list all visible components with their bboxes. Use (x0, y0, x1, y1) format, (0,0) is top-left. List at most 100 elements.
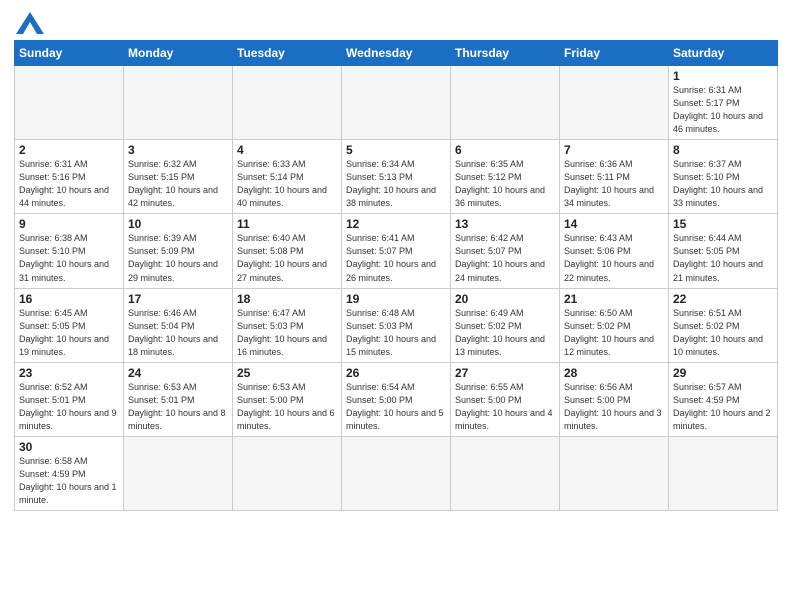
day-number: 12 (346, 217, 446, 231)
calendar-cell (15, 66, 124, 140)
calendar-cell: 12Sunrise: 6:41 AM Sunset: 5:07 PM Dayli… (342, 214, 451, 288)
calendar-cell: 4Sunrise: 6:33 AM Sunset: 5:14 PM Daylig… (233, 140, 342, 214)
day-number: 15 (673, 217, 773, 231)
calendar-cell: 19Sunrise: 6:48 AM Sunset: 5:03 PM Dayli… (342, 288, 451, 362)
calendar-cell: 24Sunrise: 6:53 AM Sunset: 5:01 PM Dayli… (124, 362, 233, 436)
day-number: 17 (128, 292, 228, 306)
day-info: Sunrise: 6:32 AM Sunset: 5:15 PM Dayligh… (128, 158, 228, 210)
weekday-header-row: SundayMondayTuesdayWednesdayThursdayFrid… (15, 41, 778, 66)
calendar-cell: 17Sunrise: 6:46 AM Sunset: 5:04 PM Dayli… (124, 288, 233, 362)
day-number: 9 (19, 217, 119, 231)
week-row-5: 23Sunrise: 6:52 AM Sunset: 5:01 PM Dayli… (15, 362, 778, 436)
calendar-cell: 8Sunrise: 6:37 AM Sunset: 5:10 PM Daylig… (669, 140, 778, 214)
day-info: Sunrise: 6:41 AM Sunset: 5:07 PM Dayligh… (346, 232, 446, 284)
calendar-cell: 10Sunrise: 6:39 AM Sunset: 5:09 PM Dayli… (124, 214, 233, 288)
day-number: 4 (237, 143, 337, 157)
calendar-cell: 22Sunrise: 6:51 AM Sunset: 5:02 PM Dayli… (669, 288, 778, 362)
day-number: 13 (455, 217, 555, 231)
day-info: Sunrise: 6:39 AM Sunset: 5:09 PM Dayligh… (128, 232, 228, 284)
day-info: Sunrise: 6:48 AM Sunset: 5:03 PM Dayligh… (346, 307, 446, 359)
day-info: Sunrise: 6:46 AM Sunset: 5:04 PM Dayligh… (128, 307, 228, 359)
week-row-4: 16Sunrise: 6:45 AM Sunset: 5:05 PM Dayli… (15, 288, 778, 362)
day-info: Sunrise: 6:53 AM Sunset: 5:00 PM Dayligh… (237, 381, 337, 433)
day-info: Sunrise: 6:50 AM Sunset: 5:02 PM Dayligh… (564, 307, 664, 359)
calendar-cell: 6Sunrise: 6:35 AM Sunset: 5:12 PM Daylig… (451, 140, 560, 214)
day-info: Sunrise: 6:38 AM Sunset: 5:10 PM Dayligh… (19, 232, 119, 284)
day-number: 18 (237, 292, 337, 306)
day-info: Sunrise: 6:55 AM Sunset: 5:00 PM Dayligh… (455, 381, 555, 433)
page: SundayMondayTuesdayWednesdayThursdayFrid… (0, 0, 792, 612)
calendar-cell (451, 66, 560, 140)
day-number: 20 (455, 292, 555, 306)
day-info: Sunrise: 6:58 AM Sunset: 4:59 PM Dayligh… (19, 455, 119, 507)
weekday-header-tuesday: Tuesday (233, 41, 342, 66)
calendar-cell (233, 436, 342, 510)
week-row-6: 30Sunrise: 6:58 AM Sunset: 4:59 PM Dayli… (15, 436, 778, 510)
calendar-cell: 28Sunrise: 6:56 AM Sunset: 5:00 PM Dayli… (560, 362, 669, 436)
weekday-header-friday: Friday (560, 41, 669, 66)
header (14, 10, 778, 34)
day-number: 6 (455, 143, 555, 157)
day-info: Sunrise: 6:37 AM Sunset: 5:10 PM Dayligh… (673, 158, 773, 210)
day-number: 23 (19, 366, 119, 380)
calendar-cell: 13Sunrise: 6:42 AM Sunset: 5:07 PM Dayli… (451, 214, 560, 288)
weekday-header-monday: Monday (124, 41, 233, 66)
day-number: 5 (346, 143, 446, 157)
day-number: 24 (128, 366, 228, 380)
day-info: Sunrise: 6:44 AM Sunset: 5:05 PM Dayligh… (673, 232, 773, 284)
calendar-cell: 27Sunrise: 6:55 AM Sunset: 5:00 PM Dayli… (451, 362, 560, 436)
day-info: Sunrise: 6:51 AM Sunset: 5:02 PM Dayligh… (673, 307, 773, 359)
week-row-1: 1Sunrise: 6:31 AM Sunset: 5:17 PM Daylig… (15, 66, 778, 140)
day-info: Sunrise: 6:52 AM Sunset: 5:01 PM Dayligh… (19, 381, 119, 433)
day-number: 3 (128, 143, 228, 157)
calendar-cell: 15Sunrise: 6:44 AM Sunset: 5:05 PM Dayli… (669, 214, 778, 288)
day-info: Sunrise: 6:31 AM Sunset: 5:16 PM Dayligh… (19, 158, 119, 210)
day-number: 10 (128, 217, 228, 231)
calendar-cell: 2Sunrise: 6:31 AM Sunset: 5:16 PM Daylig… (15, 140, 124, 214)
calendar-cell (342, 436, 451, 510)
day-number: 19 (346, 292, 446, 306)
day-number: 7 (564, 143, 664, 157)
calendar-cell: 14Sunrise: 6:43 AM Sunset: 5:06 PM Dayli… (560, 214, 669, 288)
calendar-cell (124, 436, 233, 510)
day-info: Sunrise: 6:42 AM Sunset: 5:07 PM Dayligh… (455, 232, 555, 284)
day-info: Sunrise: 6:57 AM Sunset: 4:59 PM Dayligh… (673, 381, 773, 433)
calendar-cell: 16Sunrise: 6:45 AM Sunset: 5:05 PM Dayli… (15, 288, 124, 362)
day-number: 26 (346, 366, 446, 380)
day-number: 30 (19, 440, 119, 454)
day-number: 11 (237, 217, 337, 231)
day-info: Sunrise: 6:31 AM Sunset: 5:17 PM Dayligh… (673, 84, 773, 136)
calendar-cell: 5Sunrise: 6:34 AM Sunset: 5:13 PM Daylig… (342, 140, 451, 214)
weekday-header-sunday: Sunday (15, 41, 124, 66)
calendar-cell: 20Sunrise: 6:49 AM Sunset: 5:02 PM Dayli… (451, 288, 560, 362)
calendar-cell (560, 66, 669, 140)
calendar-cell (124, 66, 233, 140)
calendar-cell: 23Sunrise: 6:52 AM Sunset: 5:01 PM Dayli… (15, 362, 124, 436)
day-info: Sunrise: 6:45 AM Sunset: 5:05 PM Dayligh… (19, 307, 119, 359)
day-info: Sunrise: 6:53 AM Sunset: 5:01 PM Dayligh… (128, 381, 228, 433)
calendar-cell: 29Sunrise: 6:57 AM Sunset: 4:59 PM Dayli… (669, 362, 778, 436)
calendar-cell: 1Sunrise: 6:31 AM Sunset: 5:17 PM Daylig… (669, 66, 778, 140)
calendar-cell: 18Sunrise: 6:47 AM Sunset: 5:03 PM Dayli… (233, 288, 342, 362)
day-number: 2 (19, 143, 119, 157)
calendar-cell: 25Sunrise: 6:53 AM Sunset: 5:00 PM Dayli… (233, 362, 342, 436)
calendar-cell (233, 66, 342, 140)
calendar-table: SundayMondayTuesdayWednesdayThursdayFrid… (14, 40, 778, 511)
logo-triangle-icon (16, 12, 44, 34)
calendar-cell: 9Sunrise: 6:38 AM Sunset: 5:10 PM Daylig… (15, 214, 124, 288)
week-row-2: 2Sunrise: 6:31 AM Sunset: 5:16 PM Daylig… (15, 140, 778, 214)
calendar-cell: 7Sunrise: 6:36 AM Sunset: 5:11 PM Daylig… (560, 140, 669, 214)
calendar-cell (560, 436, 669, 510)
weekday-header-wednesday: Wednesday (342, 41, 451, 66)
day-info: Sunrise: 6:35 AM Sunset: 5:12 PM Dayligh… (455, 158, 555, 210)
day-number: 14 (564, 217, 664, 231)
day-number: 8 (673, 143, 773, 157)
weekday-header-thursday: Thursday (451, 41, 560, 66)
week-row-3: 9Sunrise: 6:38 AM Sunset: 5:10 PM Daylig… (15, 214, 778, 288)
calendar-cell: 26Sunrise: 6:54 AM Sunset: 5:00 PM Dayli… (342, 362, 451, 436)
day-number: 28 (564, 366, 664, 380)
day-info: Sunrise: 6:34 AM Sunset: 5:13 PM Dayligh… (346, 158, 446, 210)
day-info: Sunrise: 6:43 AM Sunset: 5:06 PM Dayligh… (564, 232, 664, 284)
weekday-header-saturday: Saturday (669, 41, 778, 66)
calendar-cell (451, 436, 560, 510)
